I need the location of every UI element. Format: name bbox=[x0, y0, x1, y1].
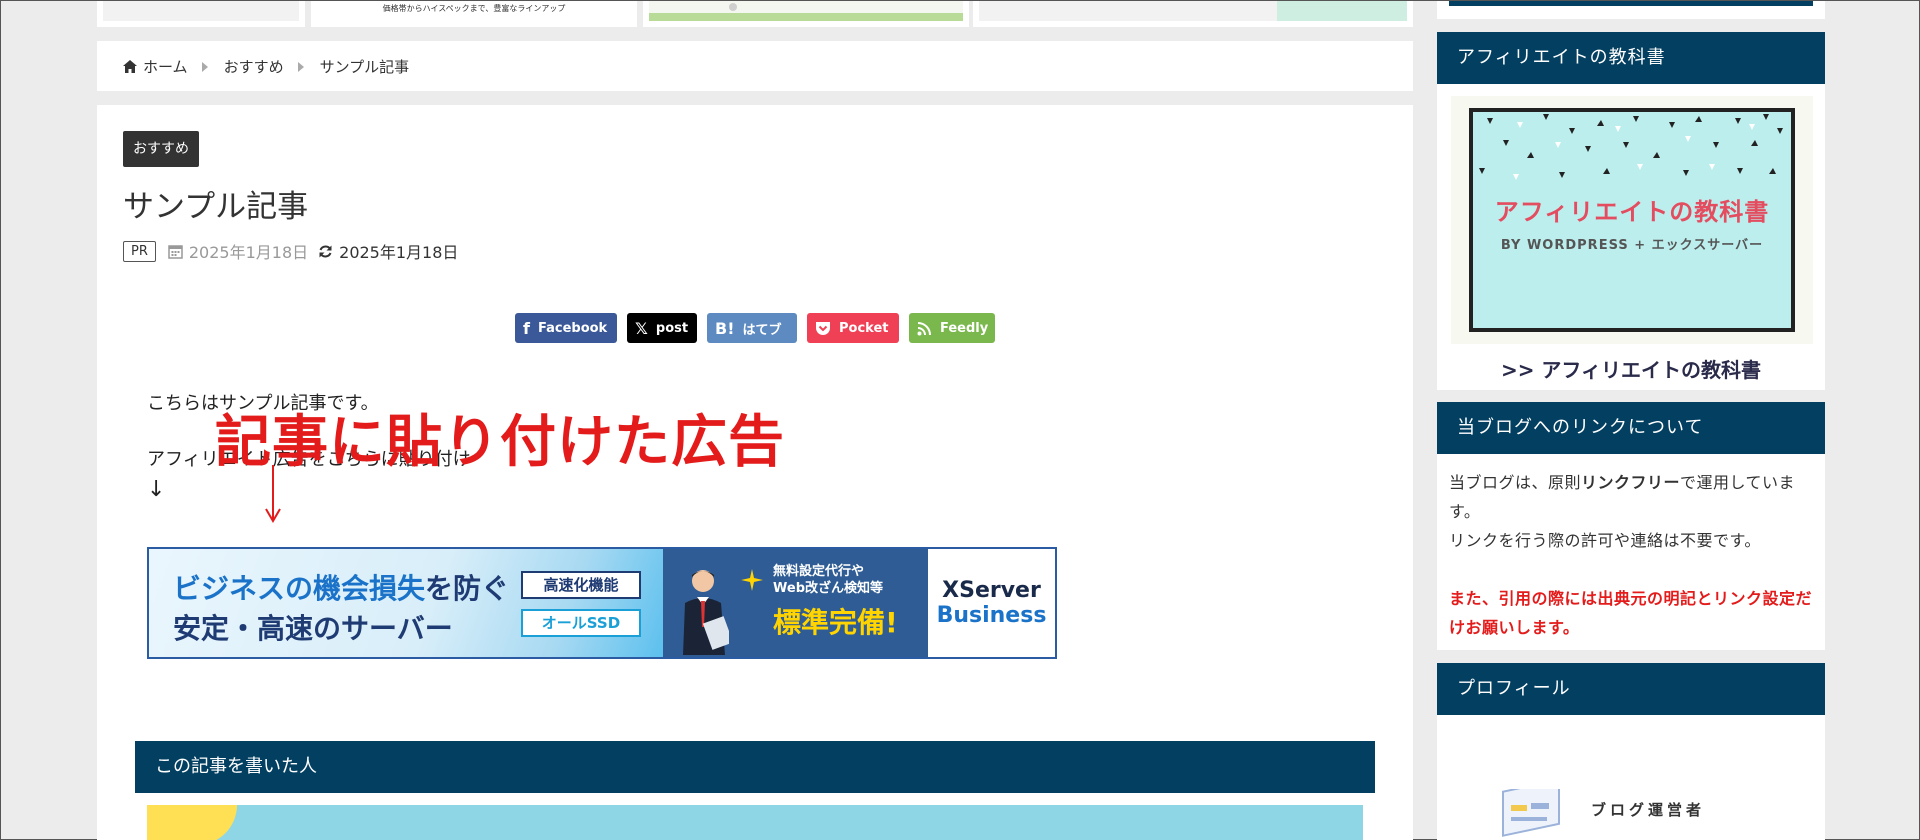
pocket-share-button[interactable]: Pocket bbox=[807, 313, 899, 343]
related-posts-strip: 価格帯からハイスペックまで、豊富なラインアップ bbox=[97, 1, 1413, 27]
x-share-label: post bbox=[655, 320, 689, 336]
breadcrumb-category[interactable]: おすすめ bbox=[224, 56, 284, 77]
widget-title: プロフィール bbox=[1437, 663, 1825, 715]
ad-headline-rest: を防ぐ bbox=[425, 572, 510, 605]
x-icon: 𝕏 bbox=[635, 318, 648, 338]
calendar-icon bbox=[168, 244, 183, 259]
textbook-title: アフィリエイトの教科書 bbox=[1494, 198, 1770, 226]
category-label[interactable]: おすすめ bbox=[123, 131, 199, 167]
related-post-card[interactable] bbox=[97, 1, 305, 27]
ad-headline: ビジネスの機会損失を防ぐ bbox=[173, 567, 509, 607]
link-free-bold: リンクフリー bbox=[1581, 473, 1681, 492]
related-post-caption: 価格帯からハイスペックまで、豊富なラインアップ bbox=[317, 1, 631, 21]
pocket-icon bbox=[816, 321, 830, 335]
article-panel: おすすめ サンプル記事 PR 2025年1月18日 2025年1月18日 f F… bbox=[97, 105, 1413, 840]
profile-illustration-icon bbox=[1502, 789, 1560, 837]
breadcrumb-current: サンプル記事 bbox=[319, 57, 410, 76]
profile-caption: ブログ運営者 bbox=[1591, 801, 1706, 819]
feedly-share-label: Feedly bbox=[940, 320, 989, 336]
related-post-card[interactable] bbox=[643, 1, 969, 27]
author-box-heading: この記事を書いた人 bbox=[135, 741, 1375, 793]
textbook-banner-image[interactable]: アフィリエイトの教科書 BY WORDPRESS + エックスサーバー bbox=[1451, 96, 1813, 344]
sidebar-widget-link-policy: 当ブログへのリンクについて 当ブログは、原則リンクフリーで運用しています。 リン… bbox=[1437, 402, 1825, 650]
page-title: サンプル記事 bbox=[123, 189, 309, 225]
share-buttons: f Facebook 𝕏 post B! はてブ Pocket Feedly bbox=[515, 313, 995, 343]
annotation-arrow-icon bbox=[265, 465, 281, 523]
breadcrumb-separator-icon bbox=[297, 62, 304, 72]
ad-brand-line2: Business bbox=[936, 603, 1047, 628]
x-share-button[interactable]: 𝕏 post bbox=[627, 313, 697, 343]
sidebar-top-widget bbox=[1437, 1, 1825, 19]
ad-middle-line: Web改ざん検知等 bbox=[773, 581, 883, 596]
breadcrumb-separator-icon bbox=[201, 62, 208, 72]
rss-icon bbox=[917, 321, 931, 335]
businessman-icon bbox=[683, 570, 729, 655]
sidebar-widget-textbook: アフィリエイトの教科書 アフィリエイトの教科書 BY WORDPRESS + エ… bbox=[1437, 32, 1825, 390]
refresh-icon bbox=[319, 245, 332, 257]
ad-middle-headline: 標準完備! bbox=[773, 606, 898, 639]
pr-badge: PR bbox=[123, 240, 156, 262]
breadcrumb-home[interactable]: ホーム bbox=[143, 56, 188, 77]
link-policy-paragraph: 当ブログは、原則リンクフリーで運用しています。 bbox=[1449, 468, 1813, 526]
link-policy-paragraph: リンクを行う際の許可や連絡は不要です。 bbox=[1449, 531, 1761, 550]
modified-date: 2025年1月18日 bbox=[318, 239, 458, 263]
facebook-icon: f bbox=[523, 318, 530, 338]
modified-date-text: 2025年1月18日 bbox=[339, 243, 459, 262]
textbook-cover: アフィリエイトの教科書 BY WORDPRESS + エックスサーバー bbox=[1469, 108, 1795, 332]
published-date: 2025年1月18日 bbox=[168, 239, 308, 263]
author-banner-image bbox=[147, 805, 1363, 840]
facebook-share-button[interactable]: f Facebook bbox=[515, 313, 617, 343]
related-post-card[interactable] bbox=[973, 1, 1413, 27]
ad-feature-box: 高速化機能 bbox=[521, 571, 641, 599]
ad-banner-middle: 無料設定代行や Web改ざん検知等 標準完備! bbox=[663, 549, 928, 657]
widget-title: アフィリエイトの教科書 bbox=[1437, 32, 1825, 84]
hatena-share-label: はてブ bbox=[742, 322, 782, 338]
ad-brand: XServer Business bbox=[928, 549, 1055, 657]
breadcrumb: ホーム おすすめ サンプル記事 bbox=[97, 41, 1413, 91]
ad-banner-left: ビジネスの機会損失を防ぐ 安定・高速のサーバー 高速化機能 オールSSD bbox=[149, 549, 663, 657]
hatena-icon: B! bbox=[715, 318, 735, 338]
facebook-share-label: Facebook bbox=[537, 320, 608, 336]
ad-brand-line1: XServer bbox=[942, 578, 1041, 603]
ad-headline-highlight: ビジネスの機会損失 bbox=[173, 572, 426, 605]
post-meta: PR 2025年1月18日 2025年1月18日 bbox=[123, 239, 458, 263]
home-icon bbox=[123, 59, 137, 73]
link-policy-notice: また、引用の際には出典元の明記とリンク設定だけお願いします。 bbox=[1449, 589, 1813, 637]
ad-annotation-label: 記事に貼り付けた広告 bbox=[215, 410, 785, 475]
ad-subheadline: 安定・高速のサーバー bbox=[173, 612, 453, 645]
sparkle-icon bbox=[741, 569, 763, 591]
ad-feature-box: オールSSD bbox=[521, 609, 641, 637]
textbook-subtitle: BY WORDPRESS + エックスサーバー bbox=[1500, 238, 1764, 253]
sidebar-widget-profile: プロフィール ブログ運営者 bbox=[1437, 663, 1825, 840]
published-date-text: 2025年1月18日 bbox=[188, 243, 309, 262]
link-policy-text-part: 当ブログは、原則 bbox=[1449, 473, 1582, 492]
affiliate-ad-banner[interactable]: ビジネスの機会損失を防ぐ 安定・高速のサーバー 高速化機能 オールSSD 無料設… bbox=[147, 547, 1057, 659]
pocket-share-label: Pocket bbox=[839, 320, 889, 336]
hatena-share-button[interactable]: B! はてブ bbox=[707, 313, 797, 343]
triangle-pattern-icon bbox=[1479, 114, 1783, 180]
feedly-share-button[interactable]: Feedly bbox=[909, 313, 995, 343]
down-arrow-text: ↓ bbox=[147, 477, 166, 502]
ad-middle-line: 無料設定代行や bbox=[773, 564, 865, 579]
textbook-link[interactable]: >> アフィリエイトの教科書 bbox=[1437, 354, 1825, 383]
link-policy-text: 当ブログは、原則リンクフリーで運用しています。 リンクを行う際の許可や連絡は不要… bbox=[1437, 454, 1825, 656]
ad-middle-text: 無料設定代行や Web改ざん検知等 bbox=[773, 563, 883, 597]
related-post-card[interactable]: 価格帯からハイスペックまで、豊富なラインアップ bbox=[311, 1, 637, 27]
widget-title: 当ブログへのリンクについて bbox=[1437, 402, 1825, 454]
